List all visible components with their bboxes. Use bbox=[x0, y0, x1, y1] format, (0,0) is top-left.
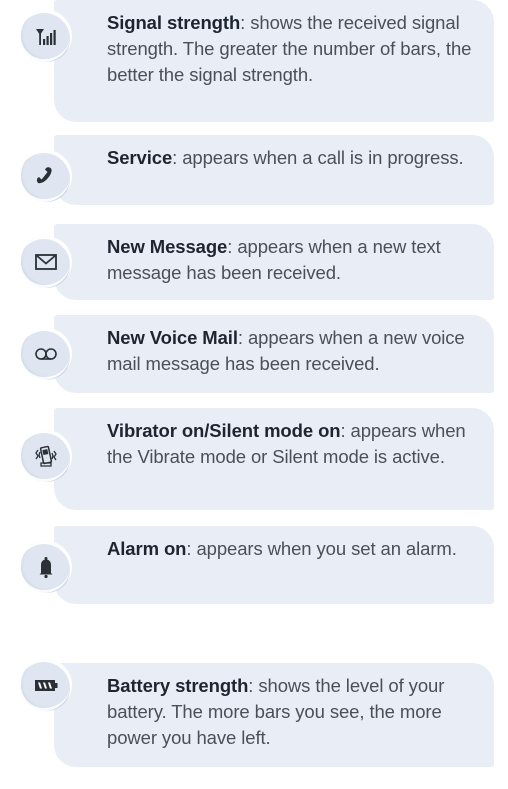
item-description: Vibrator on/Silent mode on: appears when… bbox=[107, 418, 489, 470]
item-term: Service bbox=[107, 147, 173, 168]
status-icon-list: Signal strength: shows the received sign… bbox=[0, 0, 508, 789]
item-description: Signal strength: shows the received sign… bbox=[107, 10, 489, 88]
envelope-icon bbox=[20, 236, 72, 288]
list-item-signal-strength: Signal strength: shows the received sign… bbox=[0, 0, 508, 122]
voicemail-icon bbox=[20, 328, 72, 380]
list-item-new-message: New Message: appears when a new text mes… bbox=[0, 224, 508, 304]
vibrate-phone-icon bbox=[20, 430, 72, 482]
icon-badge bbox=[18, 10, 72, 62]
item-description: Battery strength: shows the level of you… bbox=[107, 673, 489, 751]
list-item-new-voice-mail: New Voice Mail: appears when a new voice… bbox=[0, 315, 508, 395]
icon-badge bbox=[18, 328, 72, 380]
item-term: Vibrator on/Silent mode on bbox=[107, 420, 341, 441]
item-term: New Voice Mail bbox=[107, 327, 238, 348]
battery-icon bbox=[20, 659, 72, 711]
list-item-alarm-on: Alarm on: appears when you set an alarm. bbox=[0, 526, 508, 606]
item-term: New Message bbox=[107, 236, 228, 257]
list-item-battery-strength: Battery strength: shows the level of you… bbox=[0, 659, 508, 773]
icon-badge bbox=[18, 150, 72, 202]
item-description: New Voice Mail: appears when a new voice… bbox=[107, 325, 489, 377]
item-description: New Message: appears when a new text mes… bbox=[107, 234, 489, 286]
icon-badge bbox=[18, 236, 72, 288]
item-text: : appears when a call is in progress. bbox=[172, 147, 464, 168]
icon-badge bbox=[18, 659, 72, 711]
item-description: Alarm on: appears when you set an alarm. bbox=[107, 536, 489, 562]
item-term: Alarm on bbox=[107, 538, 187, 559]
icon-badge bbox=[18, 430, 72, 482]
list-item-vibrator-silent: Vibrator on/Silent mode on: appears when… bbox=[0, 408, 508, 514]
list-item-service: Service: appears when a call is in progr… bbox=[0, 135, 508, 215]
signal-strength-icon bbox=[20, 10, 72, 62]
bell-icon bbox=[20, 541, 72, 593]
item-term: Signal strength bbox=[107, 12, 241, 33]
item-description: Service: appears when a call is in progr… bbox=[107, 145, 489, 171]
item-text: : appears when you set an alarm. bbox=[186, 538, 457, 559]
phone-handset-icon bbox=[20, 150, 72, 202]
item-term: Battery strength bbox=[107, 675, 249, 696]
icon-badge bbox=[18, 541, 72, 593]
